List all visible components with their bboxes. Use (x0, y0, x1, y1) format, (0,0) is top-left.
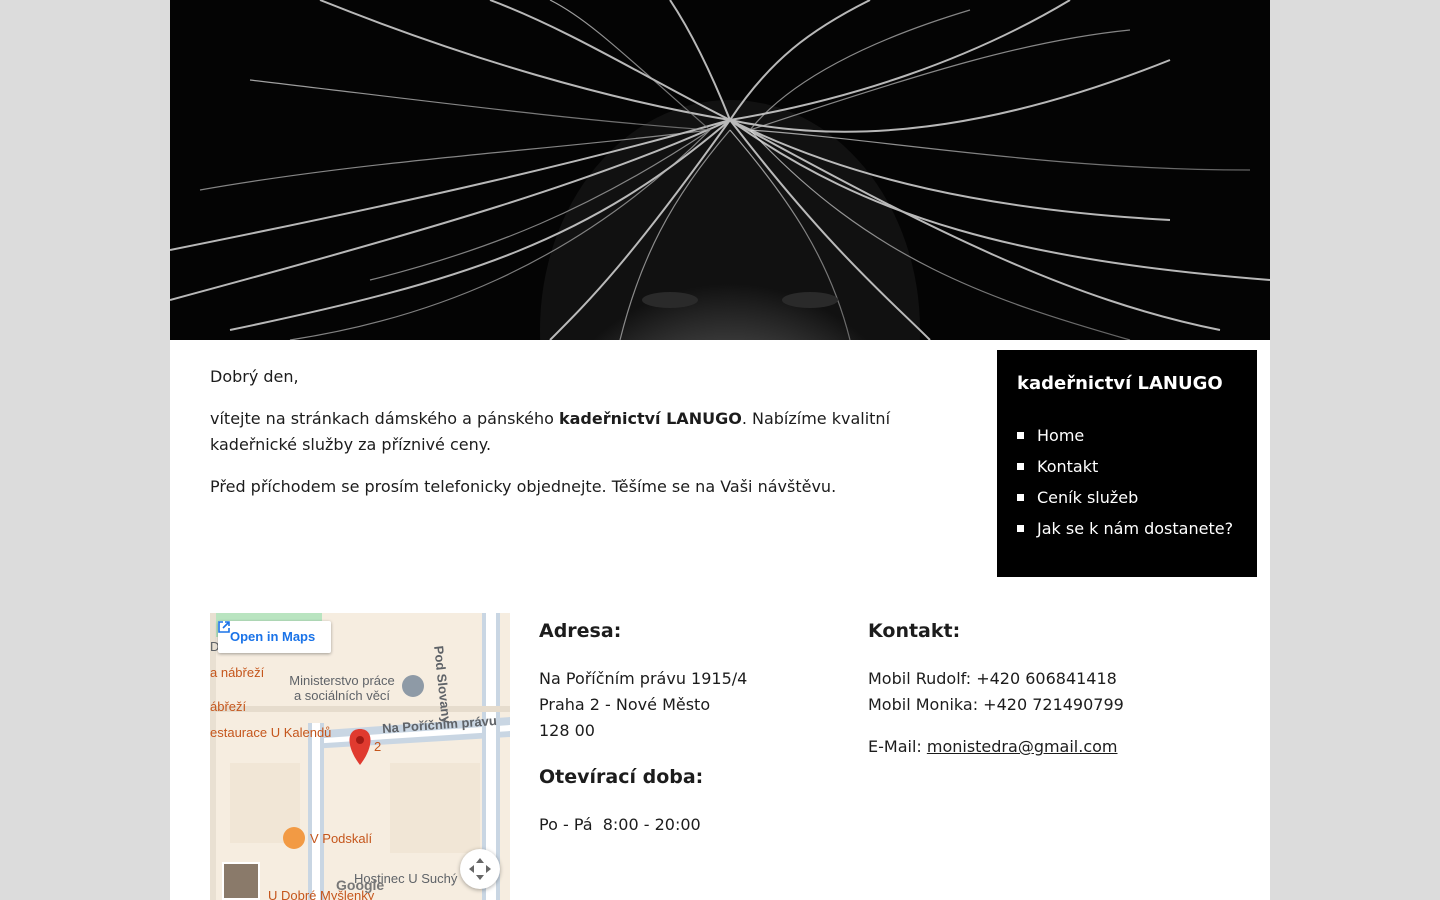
greeting-text: Dobrý den, (210, 367, 299, 386)
nav-item-kontakt[interactable]: Kontakt (1017, 451, 1237, 482)
nav-item-cenik[interactable]: Ceník služeb (1017, 482, 1237, 513)
contact-column: Kontakt: Mobil Rudolf: +420 606841418 Mo… (868, 618, 1248, 760)
embedded-map[interactable]: D a nábřeží Ministerstvo práce a sociáln… (210, 613, 510, 900)
welcome-text: vítejte na stránkach dámského a pánského… (210, 406, 960, 458)
map-label-restaurant: estaurace U Kalendů (210, 725, 332, 740)
sidebar-menu: kadeřnictví LANUGO Home Kontakt Ceník sl… (997, 350, 1257, 577)
sidebar-nav: Home Kontakt Ceník služeb Jak se k nám d… (1017, 420, 1237, 544)
intro-text: Dobrý den, vítejte na stránkach dámského… (210, 364, 960, 516)
welcome-text-start: vítejte na stránkach dámského a pánského (210, 409, 559, 428)
hero-image (170, 0, 1270, 340)
open-in-maps-button[interactable]: Open in Maps (218, 621, 332, 653)
map-marker-label: 2 (374, 739, 382, 754)
booking-note: Před příchodem se prosím telefonicky obj… (210, 477, 837, 496)
address-line-2: Praha 2 - Nové Město (539, 695, 711, 714)
email-label: E-Mail: (868, 737, 927, 756)
map-label-ministry: Ministerstvo práce a sociálních věcí (289, 673, 395, 703)
map-label-podskali: V Podskalí (310, 831, 373, 846)
nav-item-directions[interactable]: Jak se k nám dostanete? (1017, 513, 1237, 544)
mobile-rudolf: Mobil Rudolf: +420 606841418 (868, 669, 1117, 688)
sidebar-title: kadeřnictví LANUGO (1017, 373, 1223, 394)
map-label-nabrezi-2: ábřeží (210, 699, 247, 714)
street-view-thumbnail[interactable] (222, 862, 260, 900)
address-line-3: 128 00 (539, 721, 595, 740)
opening-hours: Po - Pá 8:00 - 20:00 (539, 815, 701, 834)
email-line: E-Mail: monistedra@gmail.com (868, 734, 1248, 760)
map-label-nabrezi: a nábřeží (210, 665, 265, 680)
expand-icon (469, 858, 491, 880)
mobile-monika: Mobil Monika: +420 721490799 (868, 695, 1124, 714)
address-line-1: Na Poříčním právu 1915/4 (539, 669, 748, 688)
open-in-maps-label: Open in Maps (230, 629, 316, 644)
nav-item-home[interactable]: Home (1017, 420, 1237, 451)
salon-name-bold: kadeřnictví LANUGO (558, 409, 742, 428)
address-column: Adresa: Na Poříčním právu 1915/4 Praha 2… (539, 618, 839, 838)
google-logo: Google (336, 877, 385, 893)
opening-hours-heading: Otevírací doba: (539, 766, 704, 788)
address-heading: Adresa: (539, 620, 622, 642)
map-fullscreen-button[interactable] (460, 849, 500, 889)
contact-heading: Kontakt: (868, 620, 961, 642)
email-link[interactable]: monistedra@gmail.com (927, 737, 1118, 756)
page-container: Dobrý den, vítejte na stránkach dámského… (170, 0, 1270, 900)
